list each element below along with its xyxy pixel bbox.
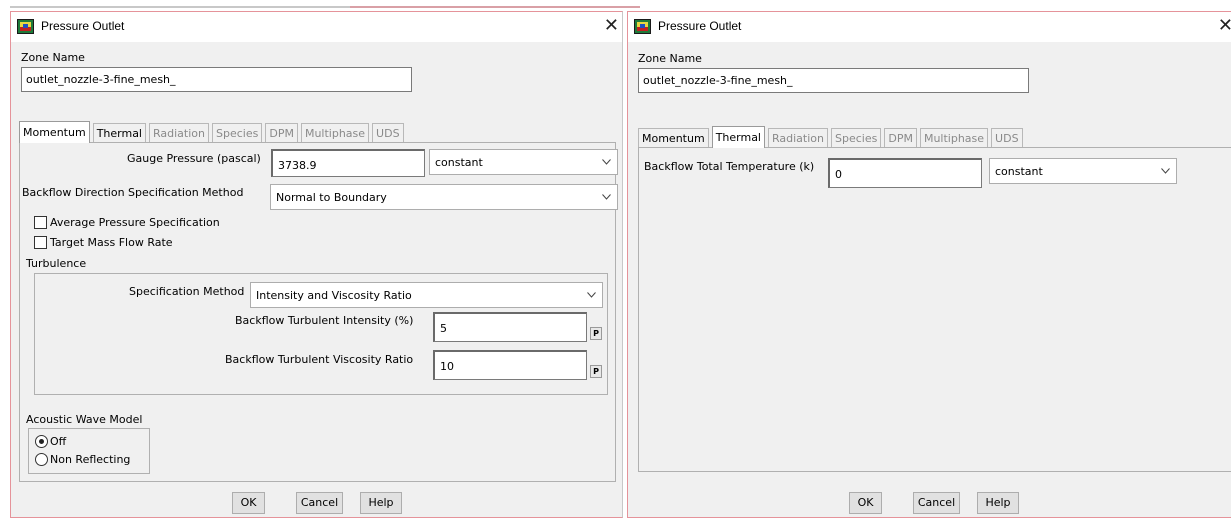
parameter-button[interactable]: P	[590, 327, 602, 340]
close-icon[interactable]: ✕	[1218, 15, 1231, 37]
button-bar: OK Cancel Help	[628, 491, 1231, 519]
acoustic-wave-model-label: Acoustic Wave Model	[26, 413, 143, 426]
zone-name-input[interactable]: outlet_nozzle-3-fine_mesh_	[21, 67, 412, 92]
tab-dpm: DPM	[265, 123, 298, 143]
tab-momentum[interactable]: Momentum	[638, 128, 709, 148]
tab-uds: UDS	[372, 123, 404, 143]
backflow-direction-select[interactable]: Normal to Boundary	[270, 184, 618, 210]
ok-button[interactable]: OK	[232, 492, 265, 514]
ok-button[interactable]: OK	[849, 492, 882, 514]
zone-name-label: Zone Name	[21, 51, 85, 64]
average-pressure-checkbox[interactable]	[34, 216, 47, 229]
cancel-button[interactable]: Cancel	[296, 492, 343, 514]
tab-species: Species	[831, 128, 882, 148]
help-button[interactable]: Help	[977, 492, 1019, 514]
acoustic-off-radio[interactable]	[35, 435, 48, 448]
tab-thermal[interactable]: Thermal	[92, 123, 146, 143]
chevron-down-icon	[1161, 168, 1170, 174]
chevron-down-icon	[587, 292, 596, 298]
turbulent-intensity-input[interactable]: 5	[433, 312, 587, 342]
gauge-pressure-profile-value: constant	[435, 156, 483, 169]
tab-multiphase: Multiphase	[300, 123, 370, 143]
tab-dpm: DPM	[884, 128, 917, 148]
backflow-temperature-label: Backflow Total Temperature (k)	[644, 160, 815, 173]
chevron-down-icon	[602, 159, 611, 165]
zone-name-input[interactable]: outlet_nozzle-3-fine_mesh_	[638, 68, 1029, 93]
target-mass-flow-checkbox[interactable]	[34, 236, 47, 249]
turbulence-label: Turbulence	[26, 257, 87, 270]
parameter-button[interactable]: P	[590, 365, 602, 378]
spec-method-value: Intensity and Viscosity Ratio	[256, 289, 412, 302]
tab-multiphase: Multiphase	[919, 128, 989, 148]
acoustic-nonreflecting-radio[interactable]	[35, 453, 48, 466]
turbulent-viscosity-input[interactable]: 10	[433, 350, 587, 380]
title-bar: Pressure Outlet ✕	[628, 12, 1231, 42]
backflow-temperature-input[interactable]: 0	[828, 158, 982, 188]
backflow-temperature-profile-value: constant	[995, 165, 1043, 178]
pressure-outlet-dialog-momentum: Pressure Outlet ✕ Zone Name outlet_nozzl…	[10, 11, 623, 518]
gauge-pressure-label: Gauge Pressure (pascal)	[127, 152, 261, 165]
tab-bar: Momentum Thermal Radiation Species DPM M…	[638, 126, 1026, 148]
button-bar: OK Cancel Help	[11, 491, 622, 519]
tab-species: Species	[212, 123, 263, 143]
tab-radiation: Radiation	[149, 123, 209, 143]
tab-bar: Momentum Thermal Radiation Species DPM M…	[19, 121, 407, 143]
title-bar: Pressure Outlet ✕	[11, 12, 622, 42]
turbulence-group: Specification Method Intensity and Visco…	[34, 273, 608, 395]
background-edge	[350, 6, 640, 8]
zone-name-label: Zone Name	[638, 52, 702, 65]
spec-method-select[interactable]: Intensity and Viscosity Ratio	[250, 282, 603, 308]
backflow-direction-value: Normal to Boundary	[276, 191, 387, 204]
gauge-pressure-input[interactable]: 3738.9	[271, 149, 425, 177]
acoustic-nonreflecting-label: Non Reflecting	[50, 453, 131, 466]
help-button[interactable]: Help	[360, 492, 402, 514]
close-icon[interactable]: ✕	[604, 15, 619, 37]
tab-radiation: Radiation	[768, 128, 828, 148]
background-strip	[0, 0, 1231, 11]
background-edge	[10, 6, 350, 8]
momentum-panel: Gauge Pressure (pascal) 3738.9 constant …	[19, 142, 618, 482]
thermal-panel: Backflow Total Temperature (k) 0 constan…	[638, 147, 1231, 472]
pressure-outlet-dialog-thermal: Pressure Outlet ✕ Zone Name outlet_nozzl…	[627, 11, 1231, 518]
acoustic-wave-model-group: Off Non Reflecting	[28, 428, 150, 474]
average-pressure-label: Average Pressure Specification	[50, 216, 220, 229]
fluent-app-icon	[634, 19, 651, 34]
backflow-temperature-profile-select[interactable]: constant	[989, 158, 1177, 184]
fluent-app-icon	[17, 19, 34, 34]
cancel-button[interactable]: Cancel	[913, 492, 960, 514]
chevron-down-icon	[602, 194, 611, 200]
turbulent-viscosity-label: Backflow Turbulent Viscosity Ratio	[225, 353, 414, 366]
tab-thermal[interactable]: Thermal	[711, 126, 765, 148]
target-mass-flow-label: Target Mass Flow Rate	[50, 236, 173, 249]
tab-momentum[interactable]: Momentum	[19, 121, 90, 143]
dialog-title: Pressure Outlet	[658, 19, 742, 33]
gauge-pressure-profile-select[interactable]: constant	[429, 149, 618, 175]
spec-method-label: Specification Method	[129, 285, 245, 298]
backflow-direction-label: Backflow Direction Specification Method	[22, 186, 244, 199]
turbulent-intensity-label: Backflow Turbulent Intensity (%)	[235, 314, 414, 327]
tab-uds: UDS	[991, 128, 1023, 148]
dialog-title: Pressure Outlet	[41, 19, 125, 33]
acoustic-off-label: Off	[50, 435, 67, 448]
